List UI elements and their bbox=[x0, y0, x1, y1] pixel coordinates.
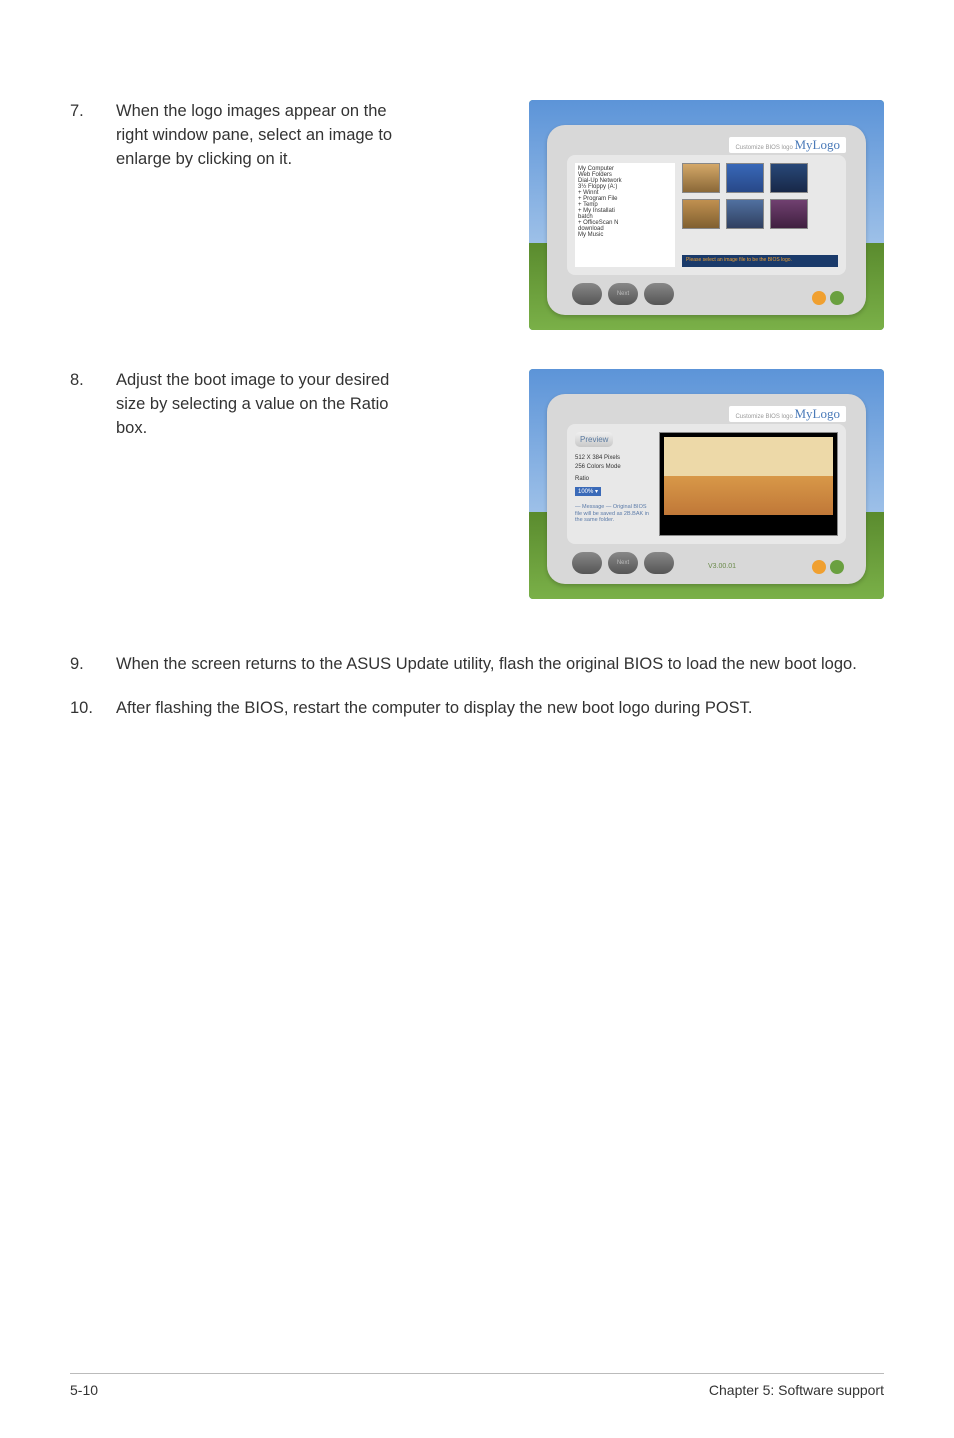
image-preview-pane bbox=[659, 432, 838, 536]
info-icon[interactable] bbox=[830, 291, 844, 305]
chapter-title: Chapter 5: Software support bbox=[709, 1382, 884, 1398]
version-label: V3.00.01 bbox=[708, 563, 736, 570]
color-mode: 256 Colors Mode bbox=[575, 464, 653, 470]
help-icon[interactable] bbox=[812, 560, 826, 574]
step-text-8: Adjust the boot image to your desired si… bbox=[116, 369, 436, 599]
step-number-7: 7. bbox=[70, 100, 116, 330]
page-number: 5-10 bbox=[70, 1382, 98, 1398]
back-button[interactable] bbox=[572, 552, 602, 574]
help-icon[interactable] bbox=[812, 291, 826, 305]
logo-thumbnail[interactable] bbox=[726, 199, 764, 229]
cancel-button[interactable] bbox=[644, 283, 674, 305]
image-thumbnail-grid bbox=[682, 163, 838, 229]
step-text-10: After flashing the BIOS, restart the com… bbox=[116, 697, 768, 721]
bios-message: — Message — Original BIOS file will be s… bbox=[575, 504, 653, 524]
next-button[interactable]: Next bbox=[608, 283, 638, 305]
status-message: Please select an image file to be the BI… bbox=[682, 255, 838, 267]
logo-thumbnail[interactable] bbox=[726, 163, 764, 193]
folder-tree: My Computer Web Folders Dial-Up Network … bbox=[575, 163, 675, 267]
screenshot-image-selection: MyLogo My Computer Web Folders Dial-Up N… bbox=[529, 100, 884, 330]
pixel-dimensions: 512 X 384 Pixels bbox=[575, 455, 653, 461]
back-button[interactable] bbox=[572, 283, 602, 305]
step-text-9: When the screen returns to the ASUS Upda… bbox=[116, 653, 872, 677]
logo-thumbnail[interactable] bbox=[770, 199, 808, 229]
preview-button[interactable]: Preview bbox=[575, 432, 613, 447]
screenshot-ratio-adjust: MyLogo Preview 512 X 384 Pixels 256 Colo… bbox=[529, 369, 884, 599]
logo-thumbnail[interactable] bbox=[770, 163, 808, 193]
info-icon[interactable] bbox=[830, 560, 844, 574]
logo-thumbnail[interactable] bbox=[682, 199, 720, 229]
ratio-dropdown[interactable]: 100% ▾ bbox=[575, 487, 601, 496]
step-number-10: 10. bbox=[70, 697, 116, 721]
logo-thumbnail[interactable] bbox=[682, 163, 720, 193]
next-button[interactable]: Next bbox=[608, 552, 638, 574]
ratio-label: Ratio bbox=[575, 476, 653, 482]
cancel-button[interactable] bbox=[644, 552, 674, 574]
mylogo-brand: MyLogo bbox=[729, 406, 846, 422]
mylogo-brand: MyLogo bbox=[729, 137, 846, 153]
step-number-8: 8. bbox=[70, 369, 116, 599]
step-text-7: When the logo images appear on the right… bbox=[116, 100, 436, 330]
step-number-9: 9. bbox=[70, 653, 116, 677]
